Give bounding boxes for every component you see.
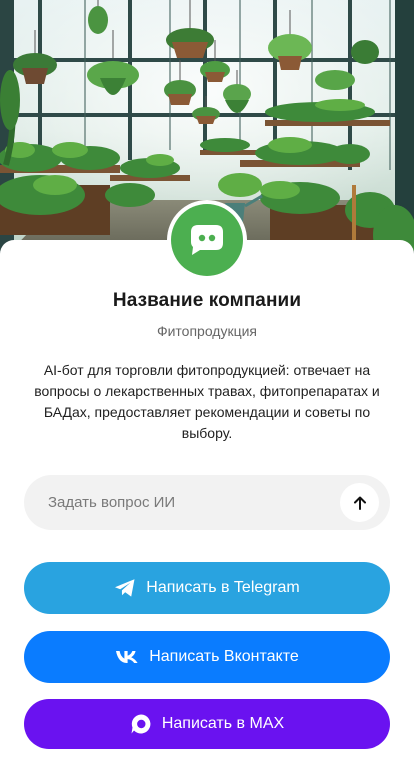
ask-ai-input[interactable] <box>48 475 348 530</box>
avatar-ring <box>167 200 247 280</box>
telegram-icon <box>114 578 136 598</box>
company-description: AI-бот для торговли фитопродукцией: отве… <box>34 362 380 441</box>
telegram-button[interactable]: Написать в Telegram <box>24 562 390 614</box>
vk-icon <box>115 650 139 664</box>
bot-landing-screen: Название компании Фитопродукция AI-бот д… <box>0 0 414 770</box>
avatar <box>171 204 243 276</box>
arrow-up-icon <box>353 496 366 510</box>
telegram-button-label: Написать в Telegram <box>146 579 300 596</box>
company-name: Название компании <box>112 290 302 311</box>
max-button[interactable]: Написать в MAX <box>24 699 390 749</box>
send-button[interactable] <box>340 483 379 522</box>
max-button-label: Написать в MAX <box>161 715 285 732</box>
ask-ai-field <box>24 475 390 530</box>
max-icon <box>130 713 152 735</box>
chat-bot-icon <box>191 225 223 255</box>
company-category: Фитопродукция <box>156 323 258 339</box>
vk-button[interactable]: Написать Вконтакте <box>24 631 390 683</box>
vk-button-label: Написать Вконтакте <box>149 648 299 665</box>
